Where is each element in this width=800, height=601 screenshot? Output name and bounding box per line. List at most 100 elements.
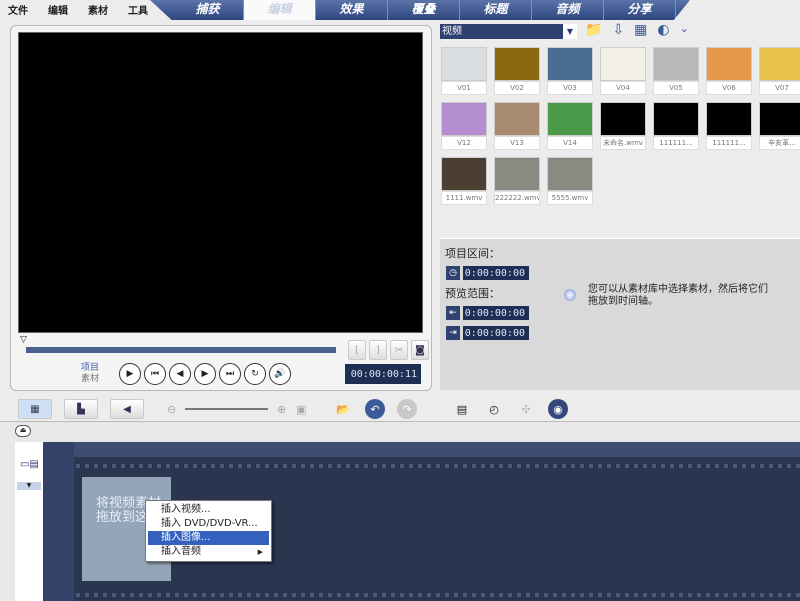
scrubber-handle[interactable]: ▽ xyxy=(20,335,27,345)
eject-icon[interactable]: ⏏ xyxy=(15,425,31,437)
preview-screen xyxy=(18,32,423,333)
expand-icon[interactable]: ⌄ xyxy=(680,22,689,38)
library-item[interactable]: V04 xyxy=(600,47,646,95)
menu-file[interactable]: 文件 xyxy=(8,2,28,17)
range-end[interactable]: 0:00:00:00 xyxy=(463,326,529,340)
library-item[interactable]: 111111... xyxy=(653,102,699,150)
library-item[interactable]: V12 xyxy=(441,102,487,150)
range-start[interactable]: 0:00:00:00 xyxy=(463,306,529,320)
fit-icon[interactable]: ▣ xyxy=(296,403,306,416)
undo-icon[interactable]: ↶ xyxy=(365,399,385,419)
project-duration-label: 项目区间： xyxy=(445,247,500,260)
library-item[interactable]: V05 xyxy=(653,47,699,95)
thumbnail xyxy=(547,157,593,191)
range-start-icon[interactable]: ⇤ xyxy=(446,306,460,320)
thumbnail xyxy=(547,47,593,81)
library-item[interactable]: 111111... xyxy=(706,102,752,150)
preview-range-label: 预览范围： xyxy=(445,287,500,300)
library-item[interactable]: V01 xyxy=(441,47,487,95)
library-item[interactable]: 222222.wmv xyxy=(494,157,540,205)
tab-2[interactable]: 效果 xyxy=(316,0,388,20)
thumbnail xyxy=(600,47,646,81)
menu-clip[interactable]: 素材 xyxy=(88,2,108,17)
library-item[interactable]: V06 xyxy=(706,47,752,95)
thumbnail-label: 111111... xyxy=(653,136,699,150)
thumbnail xyxy=(494,47,540,81)
thumbnail-label: 未命名.wmv xyxy=(600,136,646,150)
timeline-ruler[interactable] xyxy=(74,442,800,457)
menu-item-label: 插入视频... xyxy=(161,504,211,515)
library-manager-icon[interactable]: ▦ xyxy=(634,22,647,38)
thumbnail-label: 222222.wmv xyxy=(494,191,540,205)
thumbnail xyxy=(494,102,540,136)
zoom-slider[interactable] xyxy=(185,408,268,410)
tab-3[interactable]: 覆叠 xyxy=(388,0,460,20)
smart-proxy-icon[interactable]: ▤ xyxy=(452,399,472,419)
zoom-out-icon[interactable]: ⊖ xyxy=(167,403,176,416)
library-item[interactable]: V13 xyxy=(494,102,540,150)
context-menu-item[interactable]: 插入 DVD/DVD-VR... xyxy=(148,517,269,531)
library-item[interactable]: 未命名.wmv xyxy=(600,102,646,150)
go-end-icon[interactable]: ⏭ xyxy=(219,363,241,385)
storyboard-view-button[interactable]: ▦ xyxy=(18,399,52,419)
tab-4[interactable]: 标题 xyxy=(460,0,532,20)
thumbnail xyxy=(653,47,699,81)
tab-1[interactable]: 编辑 xyxy=(244,0,316,20)
thumbnail-label: V06 xyxy=(706,81,752,95)
folder-icon[interactable]: 📁 xyxy=(585,22,602,38)
thumbnail-label: 辛亥革... xyxy=(759,136,800,150)
context-menu-item[interactable]: 插入音频 ▶ xyxy=(148,545,269,559)
scrubber-bar[interactable] xyxy=(26,347,336,353)
video-track-icon[interactable]: ▭▤ xyxy=(20,459,39,470)
context-menu-item[interactable]: 插入视频... xyxy=(148,503,269,517)
next-frame-icon[interactable]: ▶ xyxy=(194,363,216,385)
sort-icon[interactable]: ⇩ xyxy=(612,22,624,38)
menu-item-label: 插入图像... xyxy=(161,532,211,543)
sound-mixer-icon[interactable]: ◉ xyxy=(548,399,568,419)
go-start-icon[interactable]: ⏮ xyxy=(144,363,166,385)
prev-frame-icon[interactable]: ◀ xyxy=(169,363,191,385)
library-item[interactable]: V03 xyxy=(547,47,593,95)
redo-icon[interactable]: ↷ xyxy=(397,399,417,419)
library-item[interactable]: 5555.wmv xyxy=(547,157,593,205)
audio-view-button[interactable]: ◀ xyxy=(110,399,144,419)
library-item[interactable]: V02 xyxy=(494,47,540,95)
library-item[interactable]: 1111.wmv xyxy=(441,157,487,205)
context-menu-item[interactable]: 插入图像... xyxy=(148,531,269,545)
thumbnail-label: 5555.wmv xyxy=(547,191,593,205)
library-item[interactable]: V14 xyxy=(547,102,593,150)
mode-clip[interactable]: 素材 xyxy=(81,374,99,385)
refresh-icon[interactable]: ◐ xyxy=(657,22,669,38)
library-item[interactable]: V07 xyxy=(759,47,800,95)
range-end-icon[interactable]: ⇥ xyxy=(446,326,460,340)
options-panel: 项目区间： ◷ 0:00:00:00 预览范围： ⇤ 0:00:00:00 ⇥ … xyxy=(440,238,800,390)
insert-media-icon[interactable]: 📂 xyxy=(333,399,353,419)
menu-edit[interactable]: 编辑 xyxy=(48,2,68,17)
mode-project[interactable]: 项目 xyxy=(81,363,99,374)
play-icon[interactable]: ▶ xyxy=(119,363,141,385)
tab-5[interactable]: 音频 xyxy=(532,0,604,20)
tab-6[interactable]: 分享 xyxy=(604,0,676,20)
repeat-icon[interactable]: ↻ xyxy=(244,363,266,385)
thumbnail xyxy=(547,102,593,136)
thumbnail xyxy=(494,157,540,191)
track-header: ▭▤ ▼ xyxy=(15,442,43,601)
mark-in-button[interactable]: [ xyxy=(348,340,366,360)
zoom-in-icon[interactable]: ⊕ xyxy=(277,403,286,416)
track-expand-icon[interactable]: ▼ xyxy=(17,482,41,490)
cut-icon[interactable]: ✂ xyxy=(390,340,408,360)
library-item[interactable]: 辛亥革... xyxy=(759,102,800,150)
timecode-field[interactable]: 00:00:00:11 xyxy=(345,364,421,384)
library-dropdown-value: 视频 xyxy=(442,26,462,37)
menu-bar: 文件 编辑 素材 工具 xyxy=(8,2,148,17)
timeline-view-button[interactable]: ▙ xyxy=(64,399,98,419)
track-manager-icon[interactable]: ✣ xyxy=(516,399,536,419)
volume-icon[interactable]: 🔊 xyxy=(269,363,291,385)
library-dropdown[interactable]: 视频 ▼ xyxy=(440,24,577,39)
mark-out-button[interactable]: ] xyxy=(369,340,387,360)
thumbnail-label: V05 xyxy=(653,81,699,95)
chapter-icon[interactable]: ◴ xyxy=(484,399,504,419)
menu-tools[interactable]: 工具 xyxy=(128,2,148,17)
fullscreen-icon[interactable]: ◙ xyxy=(411,340,429,360)
tab-0[interactable]: 捕获 xyxy=(172,0,244,20)
